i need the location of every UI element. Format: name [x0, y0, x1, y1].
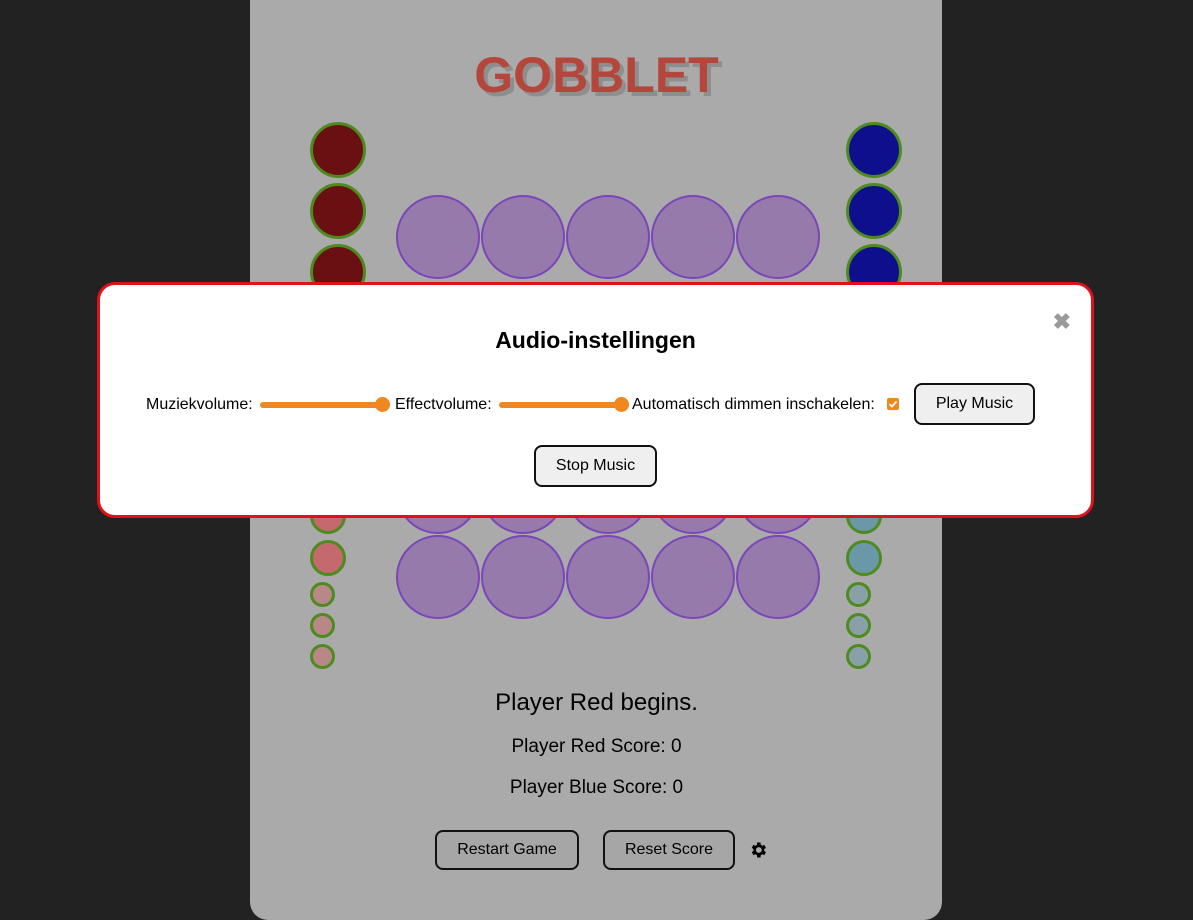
- checkmark-icon: [888, 400, 898, 408]
- gear-icon[interactable]: [748, 840, 768, 860]
- audio-settings-modal: Audio-instellingen ✖ Muziekvolume: Effec…: [97, 282, 1094, 518]
- red-piece-small[interactable]: [310, 613, 335, 638]
- close-icon[interactable]: ✖: [1053, 309, 1071, 335]
- auto-dim-label: Automatisch dimmen inschakelen:: [632, 396, 875, 413]
- blue-piece-small[interactable]: [846, 644, 871, 669]
- slider-thumb[interactable]: [614, 397, 629, 412]
- board-cell[interactable]: [736, 195, 820, 279]
- red-score: Player Red Score: 0: [511, 736, 682, 757]
- slider-thumb[interactable]: [375, 397, 390, 412]
- play-music-button[interactable]: Play Music: [914, 383, 1035, 425]
- board-cell[interactable]: [396, 535, 480, 619]
- red-piece-large[interactable]: [310, 183, 366, 239]
- board-cell[interactable]: [481, 195, 565, 279]
- board-cell[interactable]: [736, 535, 820, 619]
- board-cell[interactable]: [481, 535, 565, 619]
- blue-piece-medium[interactable]: [846, 540, 882, 576]
- red-piece-small[interactable]: [310, 582, 335, 607]
- board-cell[interactable]: [651, 535, 735, 619]
- board-cell[interactable]: [566, 195, 650, 279]
- blue-piece-large[interactable]: [846, 122, 902, 178]
- blue-piece-large[interactable]: [846, 183, 902, 239]
- red-piece-large[interactable]: [310, 122, 366, 178]
- red-piece-small[interactable]: [310, 644, 335, 669]
- effect-volume-slider[interactable]: [499, 397, 629, 413]
- modal-title: Audio-instellingen: [495, 327, 696, 353]
- blue-piece-small[interactable]: [846, 613, 871, 638]
- reset-score-button[interactable]: Reset Score: [603, 830, 735, 870]
- stop-music-button[interactable]: Stop Music: [534, 445, 657, 487]
- turn-status: Player Red begins.: [495, 689, 698, 716]
- slider-track: [260, 402, 390, 408]
- slider-track: [499, 402, 629, 408]
- music-volume-label: Muziekvolume:: [146, 396, 253, 413]
- music-volume-slider[interactable]: [260, 397, 390, 413]
- board-cell[interactable]: [651, 195, 735, 279]
- board-cell[interactable]: [396, 195, 480, 279]
- auto-dim-checkbox[interactable]: [887, 398, 899, 410]
- red-piece-medium[interactable]: [310, 540, 346, 576]
- board-cell[interactable]: [566, 535, 650, 619]
- restart-game-button[interactable]: Restart Game: [435, 830, 579, 870]
- blue-score: Player Blue Score: 0: [509, 777, 684, 798]
- effect-volume-label: Effectvolume:: [395, 396, 492, 413]
- game-title: GOBBLET: [474, 47, 719, 103]
- blue-piece-small[interactable]: [846, 582, 871, 607]
